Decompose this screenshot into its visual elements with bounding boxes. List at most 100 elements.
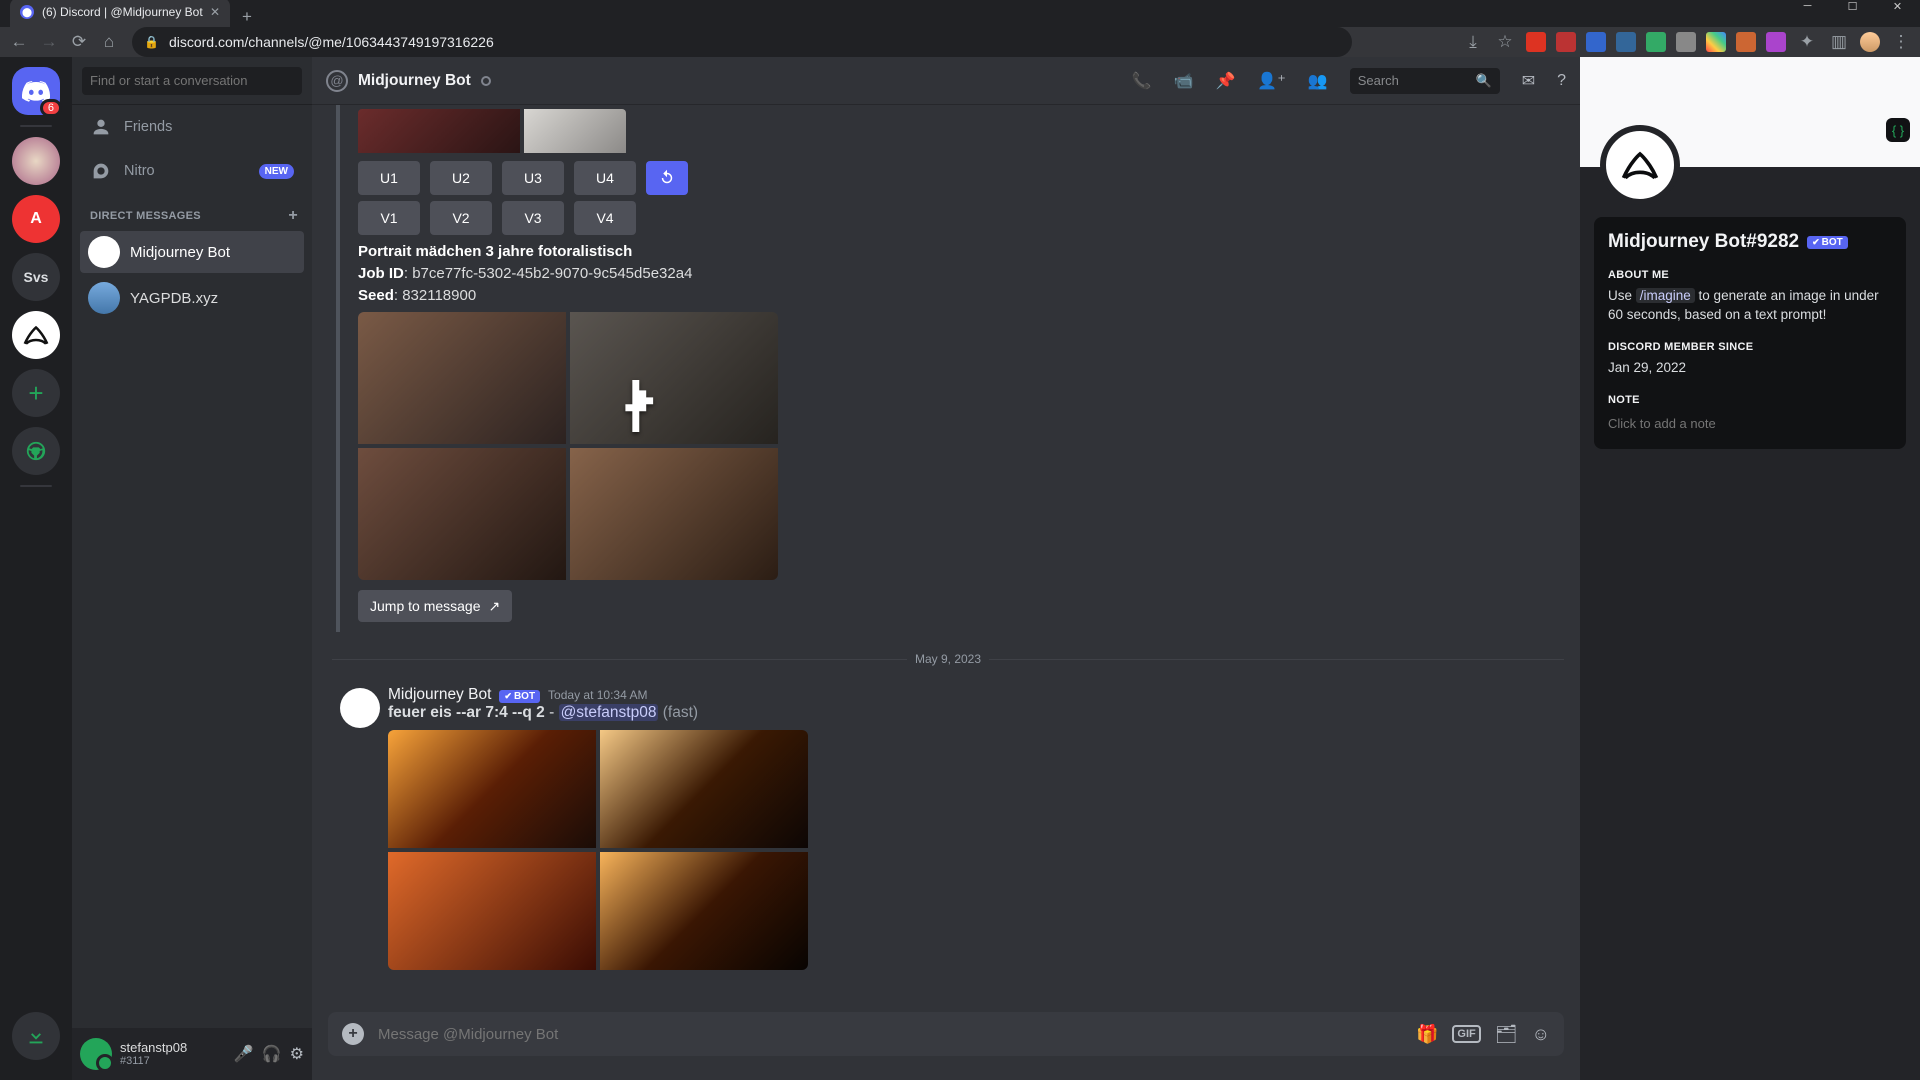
self-tag: #3117 [120, 1055, 187, 1067]
kebab-menu-icon[interactable]: ⋮ [1890, 32, 1912, 52]
upscale-u3-button[interactable]: U3 [502, 161, 564, 195]
message-timestamp: Today at 10:34 AM [548, 688, 647, 702]
bookmark-star-icon[interactable]: ☆ [1494, 32, 1516, 52]
chat-main: @ Midjourney Bot 📞 📹 📌 👤⁺ 👥 Search 🔍 ✉ ? [312, 57, 1580, 1080]
quickswitcher-input[interactable] [82, 67, 302, 95]
download-apps-button[interactable] [12, 1012, 60, 1060]
url-text: discord.com/channels/@me/106344374919731… [169, 34, 494, 50]
add-friends-icon[interactable]: 👤⁺ [1257, 71, 1285, 91]
nitro-new-badge: NEW [259, 164, 294, 179]
back-icon[interactable]: ← [8, 32, 30, 52]
voice-call-icon[interactable]: 📞 [1132, 71, 1152, 91]
upscale-u1-button[interactable]: U1 [358, 161, 420, 195]
reload-icon[interactable]: ⟳ [68, 32, 90, 52]
guild-avatar[interactable]: A [12, 195, 60, 243]
friends-tab[interactable]: Friends [80, 106, 304, 148]
grid-image[interactable] [570, 448, 778, 580]
extension-icon[interactable] [1736, 32, 1756, 52]
gift-icon[interactable]: 🎁 [1416, 1024, 1438, 1045]
extension-icon[interactable] [1706, 32, 1726, 52]
profile-banner [1580, 57, 1920, 167]
win-max[interactable]: ☐ [1830, 0, 1875, 14]
message-input[interactable] [378, 1026, 1402, 1043]
extension-icon[interactable] [1526, 32, 1546, 52]
variation-v2-button[interactable]: V2 [430, 201, 492, 235]
video-call-icon[interactable]: 📹 [1174, 71, 1194, 91]
sticker-icon[interactable]: 🗂 [1495, 1024, 1518, 1045]
tab-close-icon[interactable]: ✕ [210, 5, 220, 19]
pinned-messages-icon[interactable]: 📌 [1215, 71, 1235, 91]
upscale-u4-button[interactable]: U4 [574, 161, 636, 195]
grid-image[interactable] [388, 730, 596, 848]
search-input[interactable]: Search 🔍 [1350, 68, 1500, 94]
win-close[interactable]: ✕ [1875, 0, 1920, 14]
guild-avatar[interactable]: Svs [12, 253, 60, 301]
nitro-tab[interactable]: Nitro NEW [80, 150, 304, 192]
dm-contact-midjourney[interactable]: Midjourney Bot [80, 231, 304, 273]
extension-icon[interactable] [1766, 32, 1786, 52]
user-mention[interactable]: @stefanstp08 [559, 704, 659, 721]
extension-icon[interactable] [1556, 32, 1576, 52]
image-thumb[interactable] [524, 109, 626, 153]
variation-v1-button[interactable]: V1 [358, 201, 420, 235]
note-input[interactable] [1608, 412, 1892, 435]
guild-rail: 6 A Svs + [0, 57, 72, 1080]
image-grid[interactable] [388, 730, 808, 970]
inbox-icon[interactable]: ✉ [1522, 71, 1535, 91]
hide-profile-icon[interactable]: 👥 [1308, 71, 1328, 91]
variation-v3-button[interactable]: V3 [502, 201, 564, 235]
deafen-icon[interactable]: 🎧 [262, 1044, 282, 1064]
add-server-button[interactable]: + [12, 369, 60, 417]
jump-to-message-button[interactable]: Jump to message ↗ [358, 590, 512, 622]
address-bar[interactable]: 🔒 discord.com/channels/@me/1063443749197… [132, 27, 1352, 57]
guild-avatar[interactable] [12, 137, 60, 185]
help-icon[interactable]: ? [1557, 72, 1566, 90]
about-heading: ABOUT ME [1608, 269, 1892, 281]
attach-button[interactable]: + [342, 1023, 364, 1045]
variation-v4-button[interactable]: V4 [574, 201, 636, 235]
new-tab-button[interactable]: + [236, 7, 258, 27]
mention-badge: 6 [40, 99, 62, 117]
dm-contact-yagpdb[interactable]: YAGPDB.xyz [80, 277, 304, 319]
contact-avatar [88, 236, 120, 268]
reroll-button[interactable] [646, 161, 688, 195]
win-min[interactable]: ─ [1785, 0, 1830, 14]
grid-image[interactable] [570, 312, 778, 444]
home-icon[interactable]: ⌂ [98, 32, 120, 52]
profile-avatar-icon[interactable] [1860, 32, 1880, 52]
discord-home-button[interactable]: 6 [12, 67, 60, 115]
grid-image[interactable] [600, 852, 808, 970]
image-grid[interactable] [358, 312, 778, 580]
message-scroll[interactable]: U1 U2 U3 U4 V1 V2 V3 V4 Portrait mädchen… [312, 105, 1580, 1012]
create-dm-button[interactable]: + [288, 207, 298, 225]
job-id-value: b7ce77fc-5302-45b2-9070-9c545d5e32a4 [412, 265, 692, 282]
install-app-icon[interactable]: ⤓ [1462, 32, 1484, 52]
extension-icon[interactable] [1586, 32, 1606, 52]
extension-icon[interactable] [1646, 32, 1666, 52]
discord-favicon: ⬤ [20, 5, 34, 19]
extensions-puzzle-icon[interactable]: ✦ [1796, 32, 1818, 52]
profile-avatar[interactable] [1600, 125, 1680, 205]
grid-image[interactable] [358, 312, 566, 444]
sidepanel-icon[interactable]: ▥ [1828, 32, 1850, 52]
author-avatar[interactable] [340, 688, 380, 728]
grid-image[interactable] [358, 448, 566, 580]
grid-image[interactable] [600, 730, 808, 848]
contact-name: Midjourney Bot [130, 244, 230, 261]
gif-picker-icon[interactable]: GIF [1452, 1025, 1480, 1043]
image-thumb[interactable] [358, 109, 520, 153]
emoji-picker-icon[interactable]: ☺ [1532, 1024, 1550, 1045]
forward-icon[interactable]: → [38, 32, 60, 52]
guild-midjourney[interactable] [12, 311, 60, 359]
author-name[interactable]: Midjourney Bot [388, 686, 491, 704]
explore-servers-button[interactable] [12, 427, 60, 475]
extension-icon[interactable] [1676, 32, 1696, 52]
self-avatar[interactable] [80, 1038, 112, 1070]
mute-mic-icon[interactable]: 🎤 [234, 1044, 254, 1064]
extension-icon[interactable] [1616, 32, 1636, 52]
grid-image[interactable] [388, 852, 596, 970]
contact-name: YAGPDB.xyz [130, 290, 218, 307]
user-settings-icon[interactable]: ⚙ [290, 1044, 304, 1064]
upscale-u2-button[interactable]: U2 [430, 161, 492, 195]
browser-tab[interactable]: ⬤ (6) Discord | @Midjourney Bot ✕ [10, 0, 230, 27]
